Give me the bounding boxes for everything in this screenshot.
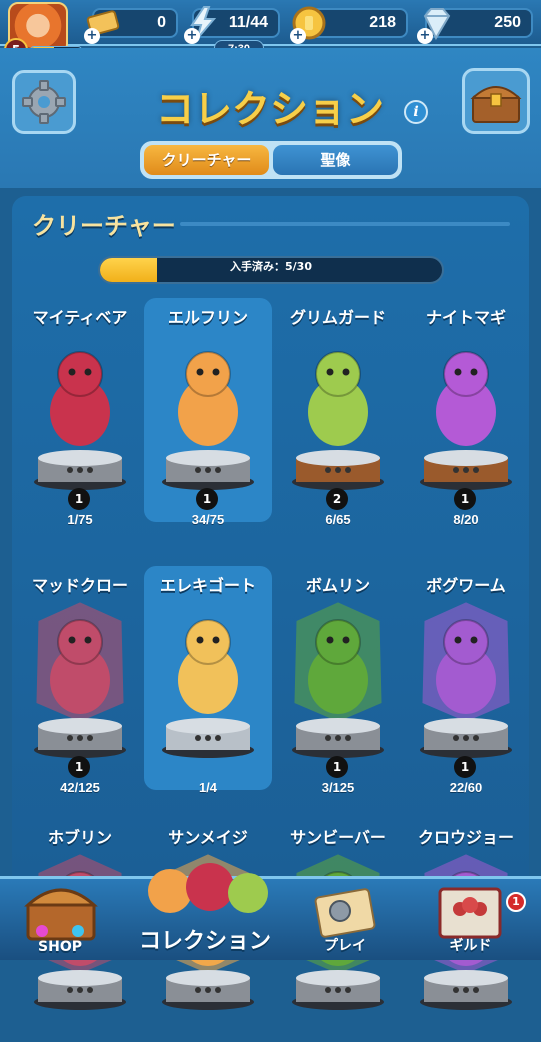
collection-tabs: クリーチャー 聖像 xyxy=(140,141,402,179)
creature-name: ボムリン xyxy=(305,576,370,595)
creature-pedestal xyxy=(292,450,384,490)
creature-name: エレキゴート xyxy=(159,576,256,595)
creature-pedestal xyxy=(34,718,126,758)
section-title: クリーチャー xyxy=(32,211,176,240)
guild-notification-badge: 1 xyxy=(506,892,526,912)
nav-guild[interactable]: ギルド xyxy=(400,879,541,963)
creature-pedestal xyxy=(420,450,512,490)
nav-guild-label: ギルド xyxy=(449,938,492,954)
creature-card-count: 8/20 xyxy=(453,512,479,527)
creature-card[interactable]: ボムリン 1 3/125 xyxy=(274,566,402,795)
section-divider xyxy=(180,222,510,226)
creature-pedestal xyxy=(420,970,512,1010)
creature-pedestal xyxy=(34,450,126,490)
nav-collection[interactable]: コレクション xyxy=(120,863,290,963)
energy-counter[interactable]: + 11/44 xyxy=(184,6,280,44)
tab-creatures[interactable]: クリーチャー xyxy=(144,145,269,175)
creature-card[interactable]: マッドクロー 1 42/125 xyxy=(16,566,144,795)
creature-card[interactable]: グリムガード 2 6/65 xyxy=(274,298,402,527)
creature-level-badge: 1 xyxy=(68,756,90,778)
collection-header: コレクション i クリーチャー 聖像 xyxy=(0,48,541,188)
gems-counter[interactable]: + 250 xyxy=(417,8,533,44)
creature-card-count: 34/75 xyxy=(191,512,225,527)
gear-icon xyxy=(22,80,66,124)
info-icon[interactable]: i xyxy=(404,100,428,124)
nav-collection-label: コレクション xyxy=(138,928,271,954)
creature-card-count: 22/60 xyxy=(449,780,483,795)
creature-name: エルフリン xyxy=(167,308,248,327)
add-energy-icon[interactable]: + xyxy=(184,28,200,44)
creature-card[interactable]: ナイトマギ 1 8/20 xyxy=(402,298,530,527)
creature-name: ボグワーム xyxy=(426,576,506,595)
creature-figure xyxy=(178,351,238,446)
creature-pedestal xyxy=(162,450,254,490)
collected-progress-bar: 入手済み：5/30 xyxy=(98,256,444,284)
nav-play-label: プレイ xyxy=(324,938,366,954)
creature-name: サンビーバー xyxy=(290,828,386,847)
creature-pedestal xyxy=(162,970,254,1010)
creature-card[interactable]: マイティベア 1 1/75 xyxy=(16,298,144,527)
creature-card-count: 3/125 xyxy=(321,780,355,795)
add-gold-icon[interactable]: + xyxy=(290,28,306,44)
nav-shop-label: SHOP xyxy=(38,939,82,955)
top-resource-bar: 5 + 0 + 11/44 7:30 + 218 + 250 xyxy=(0,0,541,62)
creature-figure xyxy=(308,351,368,446)
creature-card-count: 42/125 xyxy=(60,780,100,795)
creature-figure xyxy=(50,351,110,446)
tab-statues[interactable]: 聖像 xyxy=(273,145,398,175)
creature-card-count: 1/75 xyxy=(67,512,93,527)
creature-figure xyxy=(294,602,382,722)
creature-pedestal xyxy=(292,718,384,758)
creature-level-badge: 1 xyxy=(196,488,218,510)
tickets-value: 0 xyxy=(157,14,166,31)
collected-progress-label: 入手済み：5/30 xyxy=(230,260,312,273)
creature-name: サンメイジ xyxy=(168,828,248,847)
guild-banner-icon xyxy=(438,887,502,939)
shop-chest-icon xyxy=(24,888,98,941)
nav-shop[interactable]: SHOP xyxy=(0,879,120,963)
creature-card[interactable]: ボグワーム 1 22/60 xyxy=(402,566,530,795)
map-scroll-icon xyxy=(314,888,376,938)
creature-level-badge: 1 xyxy=(68,488,90,510)
creature-figure xyxy=(36,602,124,722)
creature-pedestal xyxy=(162,718,254,758)
creature-figure xyxy=(436,351,496,446)
collection-creatures-icon xyxy=(148,863,268,913)
creature-figure xyxy=(178,619,238,714)
add-gems-icon[interactable]: + xyxy=(417,28,433,44)
nav-play[interactable]: プレイ xyxy=(290,879,400,963)
gold-counter[interactable]: + 218 xyxy=(290,6,408,44)
creature-pedestal xyxy=(34,970,126,1010)
creature-name: マッドクロー xyxy=(31,576,128,595)
tickets-counter[interactable]: + 0 xyxy=(84,8,178,44)
treasure-chest-button[interactable] xyxy=(462,68,530,134)
creature-level-badge: 1 xyxy=(326,756,348,778)
treasure-chest-icon xyxy=(470,86,522,123)
gems-value: 250 xyxy=(494,14,521,31)
creature-name: ホブリン xyxy=(47,828,112,847)
page-title: コレクション xyxy=(155,86,384,131)
creature-card-count: 6/65 xyxy=(325,512,351,527)
creature-name: マイティベア xyxy=(32,308,128,327)
creature-pedestal xyxy=(292,970,384,1010)
creature-level-badge: 2 xyxy=(326,488,348,510)
energy-value: 11/44 xyxy=(228,14,268,31)
bottom-nav: SHOP コレクション プレイ ギルド xyxy=(0,863,541,963)
creature-pedestal xyxy=(420,718,512,758)
settings-button[interactable] xyxy=(12,70,76,134)
creature-name: ナイトマギ xyxy=(425,308,506,327)
creature-card[interactable]: エルフリン 1 34/75 xyxy=(144,298,272,527)
creature-figure xyxy=(422,602,510,722)
creature-level-badge: 1 xyxy=(454,488,476,510)
creature-name: グリムガード xyxy=(289,308,386,327)
creature-card[interactable]: エレキゴート 1/4 xyxy=(144,566,272,795)
gold-value: 218 xyxy=(369,14,396,31)
creature-level-badge: 1 xyxy=(454,756,476,778)
add-tickets-icon[interactable]: + xyxy=(84,28,100,44)
creature-name: クロウジョー xyxy=(417,828,514,847)
creature-card-count: 1/4 xyxy=(198,780,218,795)
